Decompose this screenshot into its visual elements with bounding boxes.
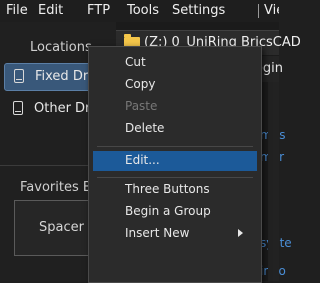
menu-item-begin-group[interactable]: Begin a Group bbox=[93, 202, 257, 222]
menu-item-paste: Paste bbox=[93, 97, 257, 117]
vertical-scrollbar[interactable] bbox=[268, 82, 279, 281]
menu-item-label: Cut bbox=[125, 55, 146, 69]
submenu-arrow-icon bbox=[238, 229, 243, 237]
menu-item-label: Delete bbox=[125, 121, 165, 135]
spacer-label: Spacer bbox=[39, 220, 84, 235]
menu-item-copy[interactable]: Copy bbox=[93, 75, 257, 95]
menu-item-three-buttons[interactable]: Three Buttons bbox=[93, 180, 257, 200]
menu-item-insert-new[interactable]: Insert New bbox=[93, 224, 257, 244]
menu-file[interactable]: File bbox=[6, 3, 28, 18]
menu-view[interactable]: View bbox=[264, 3, 279, 18]
menu-item-label: Copy bbox=[125, 77, 156, 91]
locations-title: Locations bbox=[30, 40, 92, 55]
menu-settings[interactable]: Settings bbox=[172, 3, 225, 18]
drive-icon bbox=[13, 101, 23, 115]
menu-item-edit[interactable]: Edit... bbox=[93, 151, 257, 171]
menu-item-label: Edit... bbox=[125, 153, 160, 167]
menu-bar: File Edit FTP Tools Settings View bbox=[0, 0, 279, 22]
menu-item-delete[interactable]: Delete bbox=[93, 119, 257, 139]
menu-item-cut[interactable]: Cut bbox=[93, 53, 257, 73]
menu-separator bbox=[258, 4, 259, 18]
menu-ftp[interactable]: FTP bbox=[87, 3, 110, 18]
menu-tools[interactable]: Tools bbox=[127, 3, 159, 18]
menu-item-label: Insert New bbox=[125, 226, 190, 240]
context-menu: Cut Copy Paste Delete Edit... Three Butt… bbox=[88, 46, 262, 283]
menu-separator bbox=[97, 146, 253, 147]
menu-item-label: Begin a Group bbox=[125, 204, 211, 218]
drive-icon bbox=[14, 69, 24, 83]
menu-item-label: Three Buttons bbox=[125, 182, 210, 196]
menu-edit[interactable]: Edit bbox=[38, 3, 63, 18]
menu-item-label: Paste bbox=[125, 99, 158, 113]
menu-separator bbox=[97, 177, 253, 178]
